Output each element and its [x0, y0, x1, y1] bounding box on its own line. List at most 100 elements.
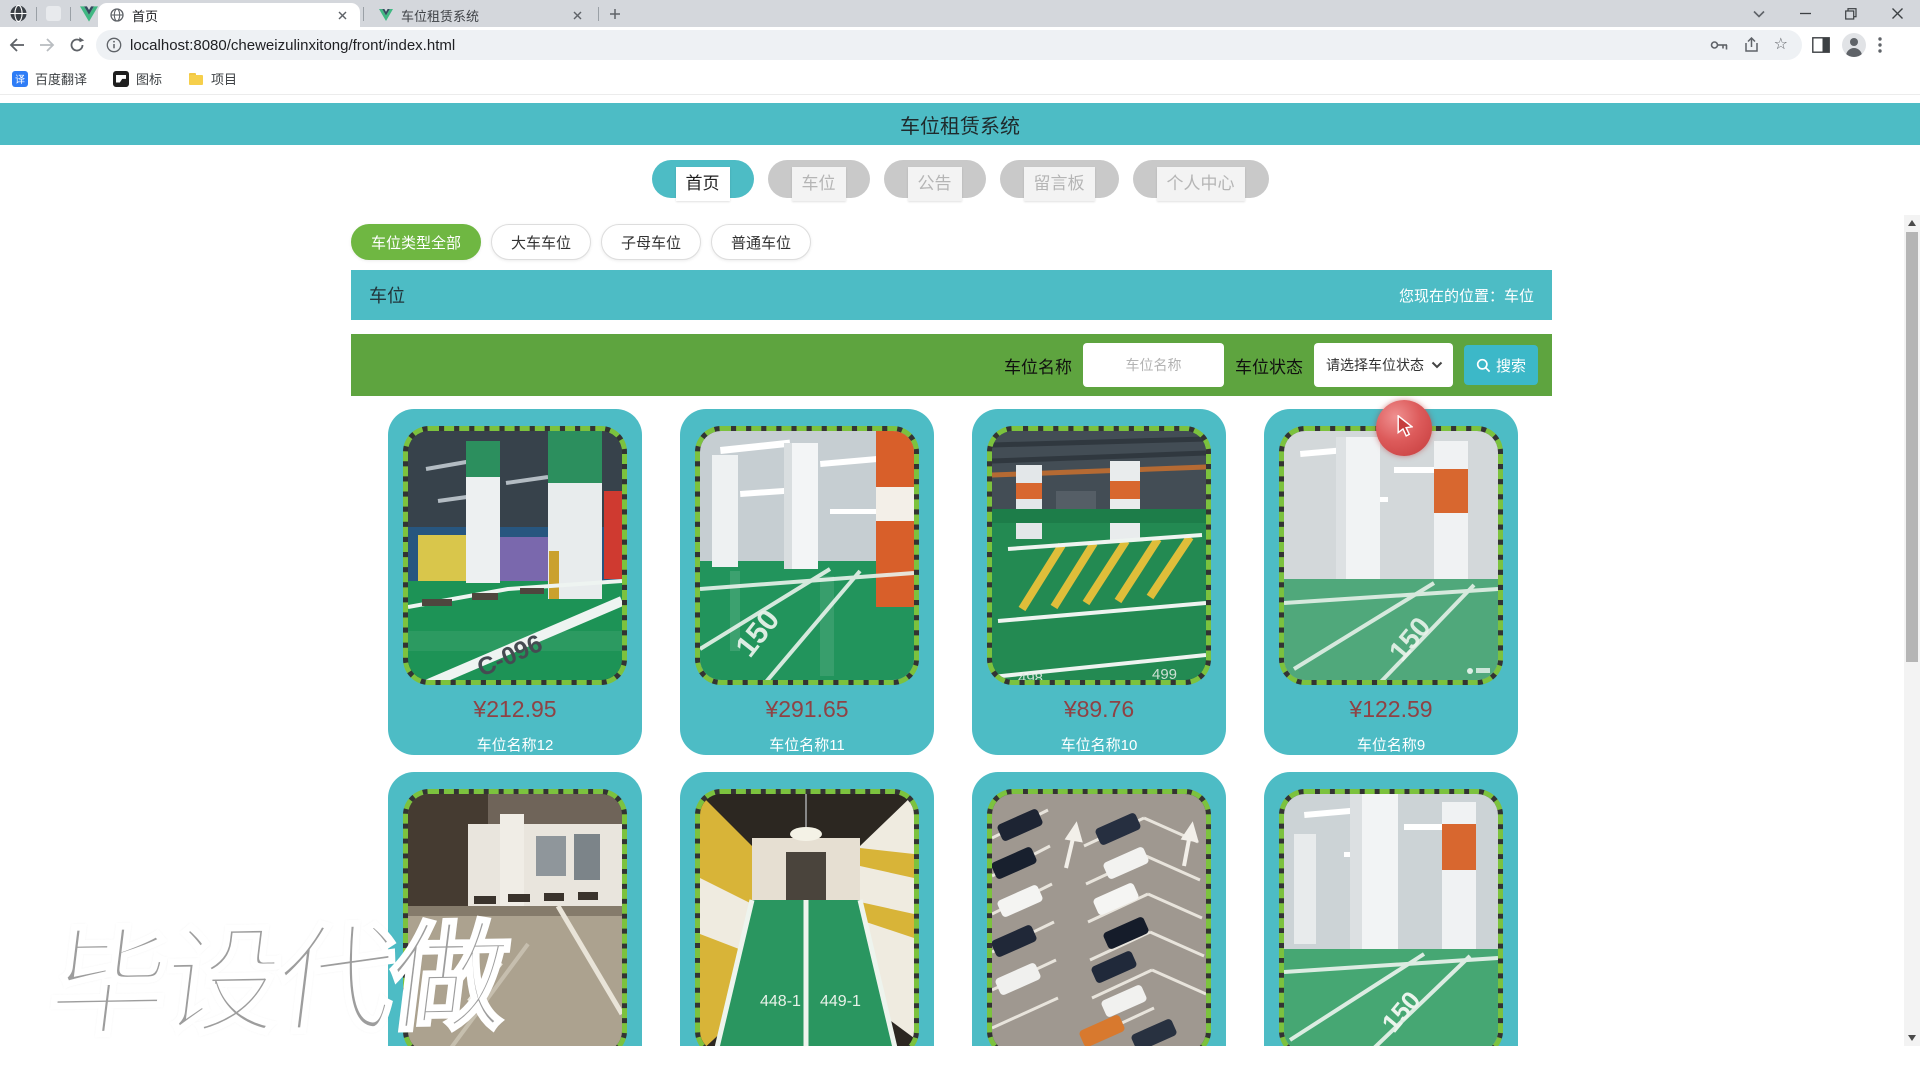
floor-marking: 449-1: [820, 993, 861, 1010]
parking-card[interactable]: 150 ¥122.59 车位名称9: [1264, 409, 1518, 755]
parking-card[interactable]: [972, 772, 1226, 1072]
parking-photo: 150: [695, 426, 919, 685]
parking-photo: 150: [1279, 789, 1503, 1057]
search-bar: 车位名称 车位状态 请选择车位状态 搜索: [351, 334, 1552, 396]
globe-dark-icon[interactable]: [10, 5, 27, 22]
main-nav: 首页 车位 公告 留言板 个人中心: [0, 160, 1920, 201]
parking-card[interactable]: 150: [1264, 772, 1518, 1072]
filter-normal-parking[interactable]: 普通车位: [711, 224, 812, 260]
back-button[interactable]: [4, 32, 30, 58]
blank-favicon[interactable]: [46, 6, 61, 21]
bookmark-label: 百度翻译: [35, 72, 88, 87]
close-button[interactable]: [1874, 0, 1920, 27]
minimize-button[interactable]: [1782, 0, 1828, 27]
cursor-highlight: [1376, 400, 1432, 456]
bookmark-icons[interactable]: 图标: [113, 69, 162, 88]
search-button[interactable]: 搜索: [1464, 345, 1538, 385]
tab-close-icon[interactable]: [569, 7, 585, 23]
filter-tandem-parking[interactable]: 子母车位: [601, 224, 702, 260]
page-content: 车位租赁系统 首页 车位 公告 留言板 个人中心 车位类型全部 大车车位 子母车…: [0, 95, 1920, 1072]
type-filter-bar: 车位类型全部 大车车位 子母车位 普通车位: [351, 224, 812, 260]
nav-item-home[interactable]: 首页: [651, 160, 754, 201]
bookmark-label: 项目: [211, 72, 238, 87]
parking-card[interactable]: 498 499 ¥89.76 车位名称10: [972, 409, 1226, 755]
parking-name: 车位名称10: [1060, 737, 1138, 754]
nav-item-parking[interactable]: 车位: [767, 160, 870, 201]
tab-parking-system[interactable]: 车位租赁系统: [367, 3, 595, 27]
menu-dots-icon[interactable]: [1878, 37, 1882, 53]
content-scrollbar[interactable]: [1904, 215, 1920, 1046]
floor-marking: 498: [1018, 670, 1043, 685]
section-title: 车位: [369, 286, 405, 306]
translate-icon: 译: [12, 70, 28, 87]
folder-icon: [188, 71, 204, 87]
new-tab-button[interactable]: [602, 1, 628, 27]
site-header: 车位租赁系统: [0, 103, 1920, 145]
profile-avatar[interactable]: [1842, 33, 1866, 57]
filter-label: 大车车位: [511, 234, 572, 252]
scroll-down-arrow[interactable]: [1904, 1030, 1920, 1046]
forward-button[interactable]: [34, 32, 60, 58]
nav-item-announcement[interactable]: 公告: [883, 160, 986, 201]
tab-separator: [363, 6, 364, 21]
parking-name-input[interactable]: [1083, 343, 1224, 387]
parking-price: ¥89.76: [1063, 696, 1135, 722]
tab-separator: [598, 6, 599, 21]
nav-label: 留言板: [1023, 167, 1095, 201]
parking-price: ¥122.59: [1349, 696, 1433, 722]
side-panel-icon[interactable]: [1812, 37, 1830, 53]
tab-title: 车位租赁系统: [401, 8, 480, 24]
tab-separator: [70, 6, 71, 21]
nav-label: 公告: [907, 167, 962, 201]
parking-name: 车位名称9: [1356, 737, 1426, 754]
address-bar[interactable]: localhost:8080/cheweizulinxitong/front/i…: [96, 30, 1802, 60]
status-select[interactable]: 请选择车位状态: [1314, 343, 1453, 387]
parking-card[interactable]: 150 ¥291.65 车位名称11: [680, 409, 934, 755]
tab-search-icon[interactable]: [1736, 0, 1782, 27]
parking-photo: 448-1 449-1: [695, 789, 919, 1057]
cards-row-2: 448-1 449-1 150: [388, 772, 1518, 1072]
tab-close-icon[interactable]: [334, 7, 350, 23]
bookmark-baidu-translate[interactable]: 译百度翻译: [12, 69, 87, 88]
nav-item-message-board[interactable]: 留言板: [999, 160, 1119, 201]
parking-photo: 498 499: [987, 426, 1211, 685]
cards-row-1: C-096 ¥212.95 车位名称12 150 ¥291.65 车位名称11 …: [388, 409, 1518, 755]
parking-card[interactable]: C-096 ¥212.95 车位名称12: [388, 409, 642, 755]
parking-photo: C-096: [403, 426, 627, 685]
scrollbar-thumb[interactable]: [1906, 232, 1918, 662]
parking-name: 车位名称12: [476, 737, 554, 754]
nav-label: 首页: [675, 167, 730, 201]
bookmark-star-icon[interactable]: ☆: [1774, 37, 1788, 53]
cursor-arrow-icon: [1397, 415, 1413, 437]
pinned-tabs: [0, 5, 98, 22]
page-title: 车位租赁系统: [900, 115, 1020, 138]
filter-large-parking[interactable]: 大车车位: [491, 224, 592, 260]
nav-item-personal-center[interactable]: 个人中心: [1132, 160, 1269, 201]
floor-marking: 448-1: [760, 993, 801, 1010]
restore-button[interactable]: [1828, 0, 1874, 27]
tab-home[interactable]: 首页: [98, 3, 360, 27]
browser-toolbar: localhost:8080/cheweizulinxitong/front/i…: [0, 27, 1920, 63]
vue-logo-icon[interactable]: [80, 5, 98, 22]
scroll-up-arrow[interactable]: [1904, 215, 1920, 231]
filter-all-types[interactable]: 车位类型全部: [351, 224, 482, 260]
filter-label: 普通车位: [731, 234, 792, 252]
image-icon: [113, 70, 130, 87]
reload-button[interactable]: [64, 32, 90, 58]
vue-favicon-icon: [379, 9, 393, 21]
password-key-icon[interactable]: [1710, 38, 1729, 52]
nav-label: 个人中心: [1156, 167, 1245, 201]
share-icon[interactable]: [1743, 37, 1760, 53]
bookmark-project[interactable]: 项目: [188, 69, 237, 88]
parking-name: 车位名称11: [769, 737, 845, 754]
globe-favicon-icon: [110, 8, 124, 22]
url-text[interactable]: localhost:8080/cheweizulinxitong/front/i…: [130, 37, 1710, 54]
parking-card[interactable]: 448-1 449-1: [680, 772, 934, 1072]
status-select-value: 请选择车位状态: [1326, 357, 1424, 373]
name-field-label: 车位名称: [1004, 357, 1072, 377]
site-info-icon[interactable]: [106, 37, 122, 53]
parking-photo: 150: [1279, 426, 1503, 685]
chevron-down-icon: [1431, 361, 1443, 369]
bookmarks-bar: 译百度翻译 图标 项目: [0, 63, 1920, 95]
parking-photo: [987, 789, 1211, 1057]
